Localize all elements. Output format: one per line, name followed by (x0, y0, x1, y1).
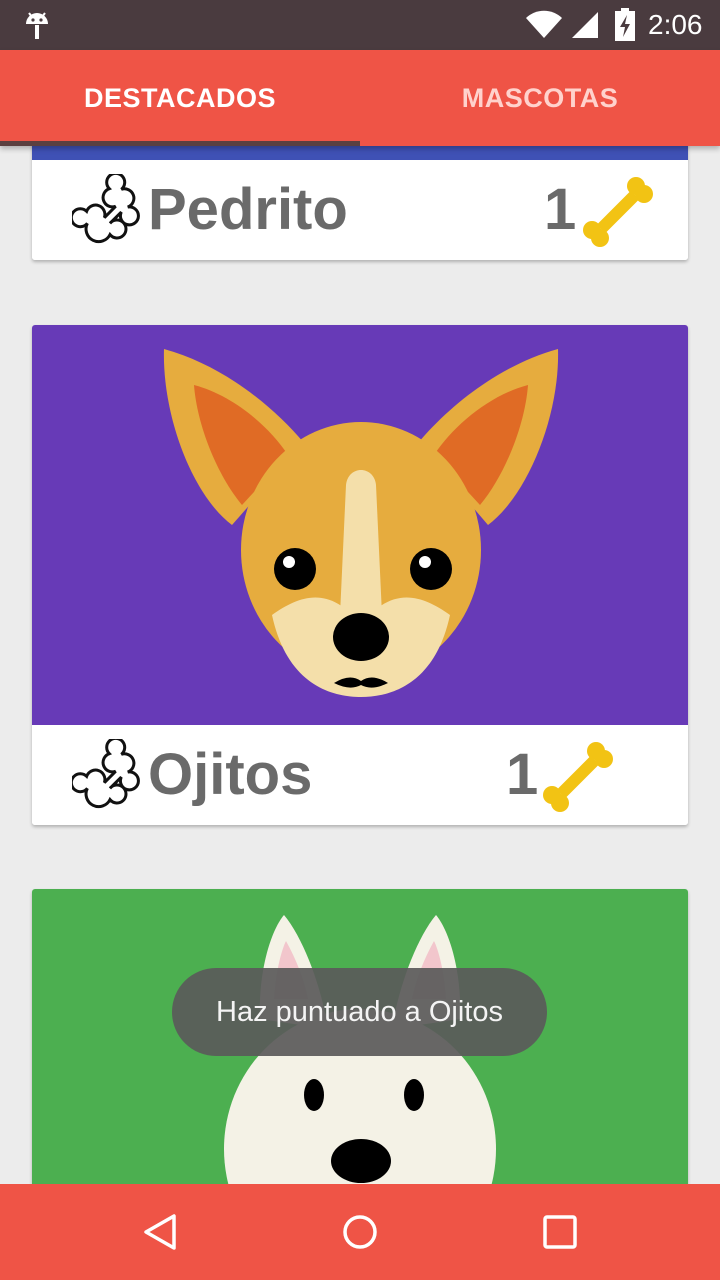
home-icon[interactable] (340, 1212, 380, 1252)
chihuahua-illustration (163, 349, 559, 697)
tab-mascotas[interactable]: MASCOTAS (360, 50, 720, 146)
pet-card-footer: Pedrito 1 (32, 160, 688, 260)
status-clock: 2:06 (648, 9, 703, 40)
pet-card-pedrito: Pedrito 1 (32, 146, 688, 260)
tab-bar: DESTACADOS MASCOTAS (0, 50, 720, 146)
recents-icon[interactable] (540, 1212, 580, 1252)
pet-card-ojitos: Ojitos 1 (32, 325, 688, 825)
gold-bone-icon (543, 742, 613, 812)
pet-name: Ojitos (148, 742, 313, 807)
signal-icon (572, 12, 598, 38)
rate-bone-button[interactable] (72, 174, 148, 250)
android-icon (26, 12, 48, 39)
pet-rating: 1 (506, 742, 539, 807)
pet-name: Pedrito (148, 177, 348, 242)
wifi-icon (526, 10, 562, 39)
status-bar: 2:06 (0, 0, 720, 50)
navigation-bar (0, 1184, 720, 1280)
toast-message: Haz puntuado a Ojitos (172, 968, 547, 1056)
tab-destacados[interactable]: DESTACADOS (0, 50, 360, 146)
pet-photo (32, 146, 688, 160)
rate-bone-button[interactable] (72, 739, 148, 815)
tab-indicator (0, 141, 360, 146)
battery-charging-icon (615, 8, 635, 41)
pet-rating: 1 (544, 177, 577, 242)
gold-bone-icon (583, 177, 653, 247)
pet-card-footer: Ojitos 1 (32, 725, 688, 825)
pet-photo[interactable] (32, 325, 688, 725)
back-icon[interactable] (140, 1212, 180, 1252)
